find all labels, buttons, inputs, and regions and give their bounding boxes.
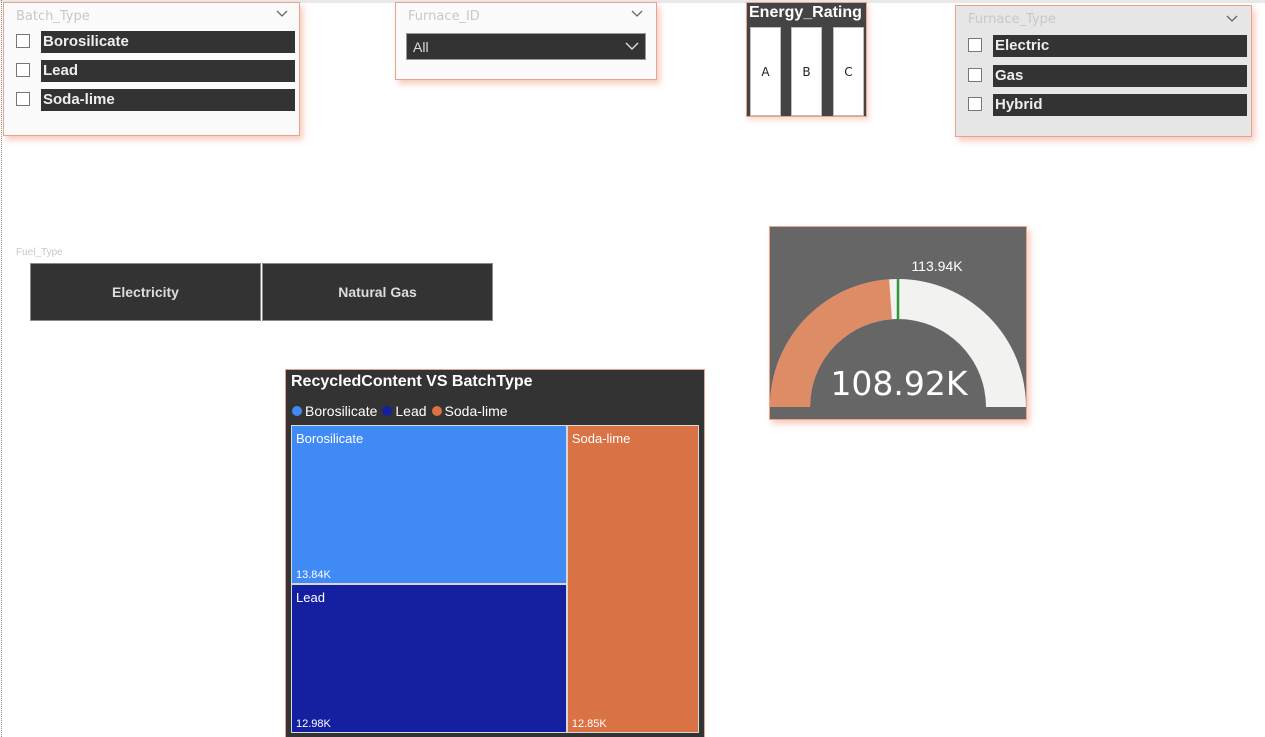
legend-item: Lead (382, 403, 427, 419)
legend-dot (292, 406, 302, 416)
treemap-rect-value: 12.85K (571, 718, 607, 730)
legend-label: Borosilicate (305, 403, 378, 419)
gauge-chart: 113.94K 108.92K (770, 258, 1026, 407)
option-label: Soda-lime (41, 89, 295, 111)
checkbox[interactable] (968, 97, 982, 111)
chevron-down-icon[interactable] (1226, 14, 1238, 24)
legend-dot (382, 406, 393, 416)
gauge-target-label: 113.94K (911, 258, 963, 274)
legend-item: Borosilicate (292, 403, 377, 419)
treemap-rect-label: Soda-lime (571, 431, 631, 446)
treemap-card: RecycledContent VS BatchType Borosilicat… (285, 369, 705, 737)
energy-rating-slicer: Energy_Rating A B C (746, 2, 867, 117)
fuel-tile-electricity[interactable]: Electricity (30, 263, 261, 321)
furnace-id-slicer: Furnace_ID All (395, 2, 657, 80)
treemap-rect-value: 12.98K (296, 717, 331, 730)
treemap-rect-borosilicate[interactable]: Borosilicate 13.84K (291, 425, 567, 584)
rating-tile-c[interactable]: C (833, 27, 864, 116)
chevron-down-icon[interactable] (276, 9, 288, 19)
checkbox-row[interactable]: Hybrid (968, 94, 1248, 116)
gauge-card: 113.94K 108.92K (769, 226, 1027, 420)
checkbox-row[interactable]: Gas (968, 65, 1248, 87)
checkbox-row[interactable]: Borosilicate (16, 31, 296, 53)
slicer-header: Batch_Type (16, 9, 90, 24)
legend-label: Lead (395, 403, 427, 419)
checkbox[interactable] (16, 92, 30, 106)
treemap-rect-label: Borosilicate (296, 431, 364, 446)
canvas-left-edge (1, 0, 2, 737)
treemap-rect-label: Lead (296, 589, 325, 605)
rating-tile-b[interactable]: B (791, 27, 822, 116)
treemap-rect-soda-lime[interactable]: Soda-lime 12.85K (566, 425, 699, 733)
slicer-header: Furnace_ID (408, 9, 480, 24)
option-label: Gas (993, 65, 1247, 87)
legend-item: Soda-lime (431, 403, 508, 419)
chart-legend: Borosilicate Lead Soda-lime (292, 403, 513, 419)
rating-tile-a[interactable]: A (750, 27, 781, 116)
checkbox-row[interactable]: Lead (16, 60, 296, 82)
fuel-type-header: Fuel_Type (16, 247, 63, 258)
checkbox[interactable] (968, 38, 982, 52)
slicer-header: Furnace_Type (968, 12, 1056, 27)
batch-type-slicer: Batch_Type Borosilicate Lead Soda-lime (3, 2, 300, 136)
checkbox-row[interactable]: Soda-lime (16, 89, 296, 111)
treemap-rect-value: 13.84K (296, 568, 331, 581)
checkbox[interactable] (968, 68, 982, 82)
gauge-value: 108.92K (830, 364, 968, 403)
legend-dot (431, 406, 442, 416)
chevron-down-icon[interactable] (631, 9, 643, 19)
chart-title: RecycledContent VS BatchType (291, 373, 533, 390)
treemap-rect-lead[interactable]: Lead 12.98K (291, 583, 567, 733)
option-label: Lead (41, 60, 295, 82)
dropdown-value: All (413, 39, 429, 55)
option-label: Hybrid (993, 94, 1247, 116)
legend-label: Soda-lime (444, 403, 508, 419)
chevron-down-icon (625, 42, 639, 50)
checkbox-row[interactable]: Electric (968, 35, 1248, 57)
fuel-tile-natural-gas[interactable]: Natural Gas (262, 263, 493, 321)
option-label: Electric (993, 35, 1247, 57)
furnace-type-slicer: Furnace_Type Electric Gas Hybrid (955, 5, 1252, 137)
slicer-title: Energy_Rating (749, 4, 862, 21)
furnace-id-dropdown[interactable]: All (406, 33, 646, 60)
checkbox[interactable] (16, 63, 30, 77)
checkbox[interactable] (16, 34, 30, 48)
option-label: Borosilicate (41, 31, 295, 53)
